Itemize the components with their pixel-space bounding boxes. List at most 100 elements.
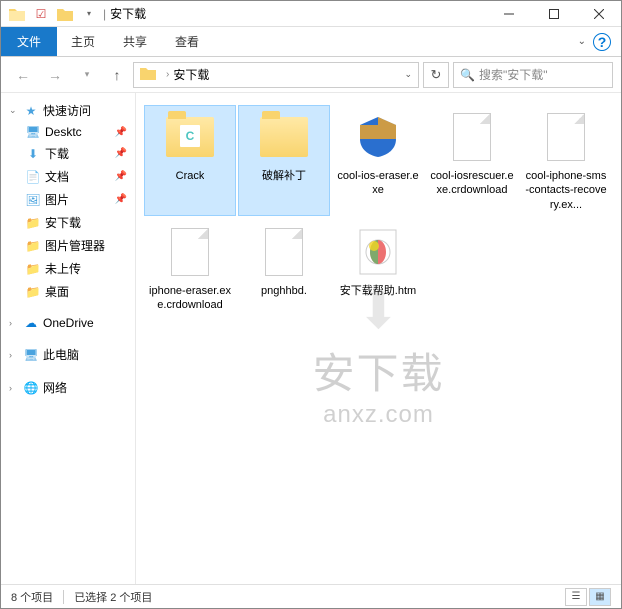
pin-icon: 📌: [115, 171, 127, 182]
cloud-icon: ☁: [23, 316, 39, 330]
nav-network[interactable]: › 🌐 网络: [1, 376, 135, 399]
file-crdownload-1[interactable]: cool-iosrescuer.exe.crdownload: [426, 105, 518, 216]
pin-icon: 📌: [115, 127, 127, 138]
folder-icon: [140, 67, 156, 83]
network-icon: 🌐: [23, 381, 39, 395]
titlebar: ☑ ▾ | 安下载: [1, 1, 621, 27]
folder-icon: [256, 109, 312, 165]
nav-picmgr[interactable]: 📁 图片管理器: [1, 234, 135, 257]
new-folder-icon[interactable]: [55, 4, 75, 24]
nav-label: 图片管理器: [45, 237, 105, 254]
nav-desktop[interactable]: 🖥 Desktc 📌: [1, 122, 135, 142]
nav-notup[interactable]: 📁 未上传: [1, 257, 135, 280]
file-label: pnghhbd.: [261, 284, 307, 298]
address-controls: ⌄: [404, 69, 412, 80]
nav-label: 文档: [45, 168, 69, 185]
nav-label: 网络: [43, 379, 67, 396]
nav-downloads[interactable]: ⬇ 下载 📌: [1, 142, 135, 165]
qat-dropdown-icon[interactable]: ▾: [79, 4, 99, 24]
file-tab[interactable]: 文件: [1, 27, 57, 56]
file-folder-patch[interactable]: 破解补丁: [238, 105, 330, 216]
file-label: cool-iphone-sms-contacts-recovery.ex...: [524, 169, 608, 212]
nav-onedrive[interactable]: › ☁ OneDrive: [1, 313, 135, 333]
folder-icon: 📁: [25, 216, 41, 230]
file-crdownload-2[interactable]: cool-iphone-sms-contacts-recovery.ex...: [520, 105, 612, 216]
pin-icon: 📌: [115, 148, 127, 159]
nav-label: Desktc: [45, 125, 82, 139]
status-selected-count: 已选择 2 个项目: [74, 589, 152, 605]
icons-view-button[interactable]: ▦: [589, 588, 611, 606]
quick-access-toolbar: ☑ ▾: [1, 4, 99, 24]
nav-pictures[interactable]: 🖼 图片 📌: [1, 188, 135, 211]
window-controls: [486, 1, 621, 27]
pin-icon: 📌: [115, 194, 127, 205]
htm-icon: [350, 224, 406, 280]
file-icon: [538, 109, 594, 165]
nav-label: OneDrive: [43, 316, 94, 330]
close-button[interactable]: [576, 1, 621, 27]
maximize-button[interactable]: [531, 1, 576, 27]
folder-icon: 📁: [25, 285, 41, 299]
picture-icon: 🖼: [25, 193, 41, 207]
content-pane[interactable]: Crack 破解补丁 cool-ios-eraser.exe cool-iosr…: [136, 93, 621, 588]
properties-icon[interactable]: ☑: [31, 4, 51, 24]
desktop-icon: 🖥: [25, 125, 41, 139]
nav-label: 未上传: [45, 260, 81, 277]
minimize-button[interactable]: [486, 1, 531, 27]
nav-label: 下载: [45, 145, 69, 162]
search-input[interactable]: 🔍 搜索"安下载": [453, 62, 613, 88]
navigation-pane: ⌄ ★ 快速访问 🖥 Desktc 📌 ⬇ 下载 📌 📄 文档 📌 🖼 图片 📌…: [1, 93, 136, 588]
help-button[interactable]: ?: [593, 33, 611, 51]
file-label: iphone-eraser.exe.crdownload: [148, 284, 232, 313]
chevron-down-icon[interactable]: ⌄: [9, 105, 19, 116]
tab-home[interactable]: 主页: [57, 27, 109, 56]
status-bar: 8 个项目 已选择 2 个项目 ☰ ▦: [1, 584, 621, 608]
folder-icon: [7, 4, 27, 24]
tab-view[interactable]: 查看: [161, 27, 213, 56]
forward-button[interactable]: →: [41, 61, 69, 89]
folder-icon: [162, 109, 218, 165]
file-htm-help[interactable]: 安下载帮助.htm: [332, 220, 424, 317]
file-crdownload-3[interactable]: iphone-eraser.exe.crdownload: [144, 220, 236, 317]
search-placeholder: 搜索"安下载": [479, 66, 548, 83]
file-folder-crack[interactable]: Crack: [144, 105, 236, 216]
separator: [63, 590, 64, 604]
search-icon: 🔍: [460, 68, 475, 82]
breadcrumb-current[interactable]: 安下载: [173, 66, 209, 83]
file-icon: [256, 224, 312, 280]
ribbon-tabs: 文件 主页 共享 查看 ⌄ ?: [1, 27, 621, 57]
exe-icon: [350, 109, 406, 165]
main-area: ⌄ ★ 快速访问 🖥 Desktc 📌 ⬇ 下载 📌 📄 文档 📌 🖼 图片 📌…: [1, 93, 621, 588]
nav-label: 安下载: [45, 214, 81, 231]
file-label: 破解补丁: [262, 169, 306, 183]
nav-quick-access[interactable]: ⌄ ★ 快速访问: [1, 99, 135, 122]
recent-dropdown-icon[interactable]: ▾: [73, 61, 101, 89]
nav-this-pc[interactable]: › 🖥 此电脑: [1, 343, 135, 366]
chevron-right-icon[interactable]: ›: [166, 69, 169, 80]
tab-share[interactable]: 共享: [109, 27, 161, 56]
back-button[interactable]: ←: [9, 61, 37, 89]
chevron-right-icon[interactable]: ›: [9, 350, 19, 360]
up-button[interactable]: ↑: [105, 63, 129, 87]
chevron-right-icon[interactable]: ›: [9, 318, 19, 328]
file-icon: [162, 224, 218, 280]
address-dropdown-icon[interactable]: ⌄: [404, 69, 412, 80]
details-view-button[interactable]: ☰: [565, 588, 587, 606]
nav-documents[interactable]: 📄 文档 📌: [1, 165, 135, 188]
file-label: cool-iosrescuer.exe.crdownload: [430, 169, 514, 198]
file-label: Crack: [176, 169, 205, 183]
file-label: cool-ios-eraser.exe: [336, 169, 420, 198]
refresh-button[interactable]: ↻: [423, 62, 449, 88]
nav-label: 快速访问: [43, 102, 91, 119]
folder-icon: 📁: [25, 262, 41, 276]
document-icon: 📄: [25, 170, 41, 184]
nav-desktop2[interactable]: 📁 桌面: [1, 280, 135, 303]
address-bar[interactable]: › 安下载 ⌄: [133, 62, 419, 88]
file-pnghhbd[interactable]: pnghhbd.: [238, 220, 330, 317]
folder-icon: 📁: [25, 239, 41, 253]
ribbon-expand-icon[interactable]: ⌄: [578, 36, 586, 47]
chevron-right-icon[interactable]: ›: [9, 383, 19, 393]
nav-anxz[interactable]: 📁 安下载: [1, 211, 135, 234]
file-label: 安下载帮助.htm: [340, 284, 416, 298]
file-exe-eraser[interactable]: cool-ios-eraser.exe: [332, 105, 424, 216]
